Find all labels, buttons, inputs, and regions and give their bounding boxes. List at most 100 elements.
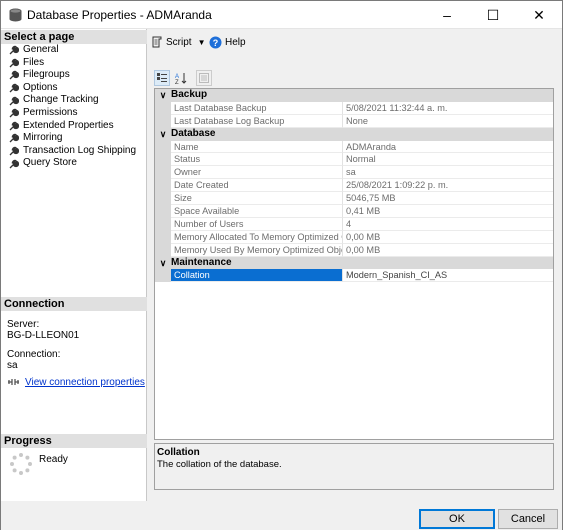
- row-gutter: [155, 230, 171, 244]
- page-list: General Files Filegroups Options Change Trac…: [1, 44, 147, 170]
- collapse-chevron-icon[interactable]: ∨: [155, 257, 171, 270]
- property-value: 0,41 MB: [343, 205, 553, 218]
- categorized-view-button[interactable]: [154, 70, 170, 86]
- grid-category-backup[interactable]: ∨ Backup: [155, 89, 553, 102]
- left-panel: Select a page General Files Filegroups Opti…: [1, 29, 147, 501]
- grid-row[interactable]: Collation Modern_Spanish_CI_AS: [155, 269, 553, 283]
- select-page-header: Select a page: [1, 30, 147, 44]
- database-properties-window: Database Properties - ADMAranda – ☐ ✕ Se…: [0, 0, 563, 530]
- title-bar: Database Properties - ADMAranda – ☐ ✕: [1, 1, 562, 29]
- categorized-icon: [157, 73, 167, 82]
- property-value: 0,00 MB: [343, 231, 553, 244]
- connection-value: sa: [7, 360, 18, 371]
- row-gutter: [155, 166, 171, 180]
- grid-row[interactable]: Size 5046,75 MB: [155, 192, 553, 206]
- connection-header: Connection: [1, 297, 147, 311]
- minimize-icon: –: [443, 7, 451, 23]
- page-item-mirroring[interactable]: Mirroring: [1, 132, 147, 145]
- row-gutter: [155, 205, 171, 218]
- page-item-label: Options: [23, 81, 58, 93]
- wrench-icon: [9, 83, 19, 93]
- property-name: Memory Allocated To Memory Optimized Obj…: [171, 230, 343, 244]
- page-item-transaction-log-shipping[interactable]: Transaction Log Shipping: [1, 145, 147, 158]
- property-value: 5/08/2021 11:32:44 a. m.: [343, 102, 553, 115]
- page-item-extended-properties[interactable]: Extended Properties: [1, 120, 147, 133]
- maximize-button[interactable]: ☐: [470, 1, 516, 29]
- collapse-chevron-icon[interactable]: ∨: [155, 128, 171, 141]
- grid-category-maintenance[interactable]: ∨ Maintenance: [155, 256, 553, 270]
- grid-row[interactable]: Number of Users 4: [155, 217, 553, 231]
- row-gutter: [155, 153, 171, 167]
- grid-row[interactable]: Memory Used By Memory Optimized Objects 0…: [155, 243, 553, 257]
- page-item-label: Mirroring: [23, 132, 63, 144]
- collapse-chevron-icon[interactable]: ∨: [155, 89, 171, 102]
- grid-row[interactable]: Owner sa: [155, 166, 553, 180]
- cancel-button[interactable]: Cancel: [498, 509, 558, 529]
- close-button[interactable]: ✕: [516, 1, 562, 29]
- page-item-general[interactable]: General: [1, 44, 147, 57]
- alphabetical-view-button[interactable]: A Z: [173, 70, 189, 86]
- page-item-query-store[interactable]: Query Store: [1, 157, 147, 170]
- help-icon: ?: [209, 36, 222, 49]
- server-value: BG-D-LLEON01: [7, 330, 80, 341]
- view-connection-properties-link[interactable]: View connection properties: [25, 377, 145, 388]
- grid-row[interactable]: Space Available 0,41 MB: [155, 205, 553, 218]
- category-label: Backup: [171, 89, 208, 100]
- property-value: None: [343, 115, 553, 128]
- property-name: Size: [171, 192, 343, 206]
- grid-row[interactable]: Last Database Log Backup None: [155, 114, 553, 128]
- page-item-label: Query Store: [23, 157, 77, 169]
- page-item-label: Permissions: [23, 106, 78, 118]
- property-name: Last Database Log Backup: [171, 114, 343, 128]
- grid-row[interactable]: Date Created 25/08/2021 1:09:22 p. m.: [155, 179, 553, 193]
- page-item-options[interactable]: Options: [1, 82, 147, 95]
- script-button[interactable]: Script ▼: [151, 36, 205, 48]
- help-button[interactable]: ? Help: [209, 36, 246, 49]
- wrench-icon: [9, 146, 19, 156]
- property-value: 4: [343, 218, 553, 231]
- wrench-icon: [9, 159, 19, 169]
- description-panel: Collation The collation of the database.: [154, 443, 554, 490]
- page-item-change-tracking[interactable]: Change Tracking: [1, 94, 147, 107]
- progress-status: Ready: [39, 454, 68, 465]
- wrench-icon: [9, 109, 19, 118]
- category-label: Database: [171, 127, 216, 139]
- grid-row[interactable]: Last Database Backup 5/08/2021 11:32:44 a…: [155, 101, 553, 115]
- page-item-files[interactable]: Files: [1, 57, 147, 70]
- property-grid[interactable]: ∨ Backup Last Database Backup 5/08/2021 11:…: [154, 88, 554, 440]
- row-gutter: [155, 179, 171, 193]
- script-label: Script: [166, 36, 192, 48]
- wrench-icon: [9, 121, 19, 131]
- property-pages-button[interactable]: [196, 70, 212, 86]
- property-name: Number of Users: [171, 217, 343, 231]
- connection-plug-icon: [8, 379, 19, 385]
- progress-header: Progress: [1, 434, 147, 448]
- connection-info: Connection: sa: [7, 349, 60, 371]
- page-item-label: Transaction Log Shipping: [23, 144, 137, 156]
- minimize-button[interactable]: –: [424, 1, 470, 29]
- connection-label: Connection:: [7, 349, 61, 360]
- page-item-label: Filegroups: [23, 69, 70, 81]
- grid-row[interactable]: Name ADMAranda: [155, 140, 553, 154]
- ok-button[interactable]: OK: [419, 509, 495, 529]
- description-title: Collation: [157, 447, 200, 458]
- row-gutter: [155, 269, 171, 283]
- server-info: Server: BG-D-LLEON01: [7, 319, 79, 341]
- property-name: Name: [171, 140, 343, 154]
- page-item-filegroups[interactable]: Filegroups: [1, 69, 147, 82]
- wrench-icon: [9, 134, 19, 143]
- view-connection-row: View connection properties: [7, 377, 145, 388]
- database-icon: [9, 8, 22, 22]
- grid-category-database[interactable]: ∨ Database: [155, 127, 553, 141]
- property-name: Collation: [171, 269, 343, 283]
- page-item-permissions[interactable]: Permissions: [1, 107, 147, 120]
- property-name: Memory Used By Memory Optimized Objects: [171, 243, 343, 257]
- grid-row[interactable]: Status Normal: [155, 153, 553, 167]
- maximize-icon: ☐: [486, 6, 500, 23]
- grid-row[interactable]: Memory Allocated To Memory Optimized Obj…: [155, 230, 553, 244]
- close-icon: ✕: [533, 6, 545, 23]
- row-gutter: [155, 140, 171, 154]
- property-value: 25/08/2021 1:09:22 p. m.: [343, 179, 553, 193]
- row-gutter: [155, 101, 171, 115]
- script-icon: [152, 36, 162, 48]
